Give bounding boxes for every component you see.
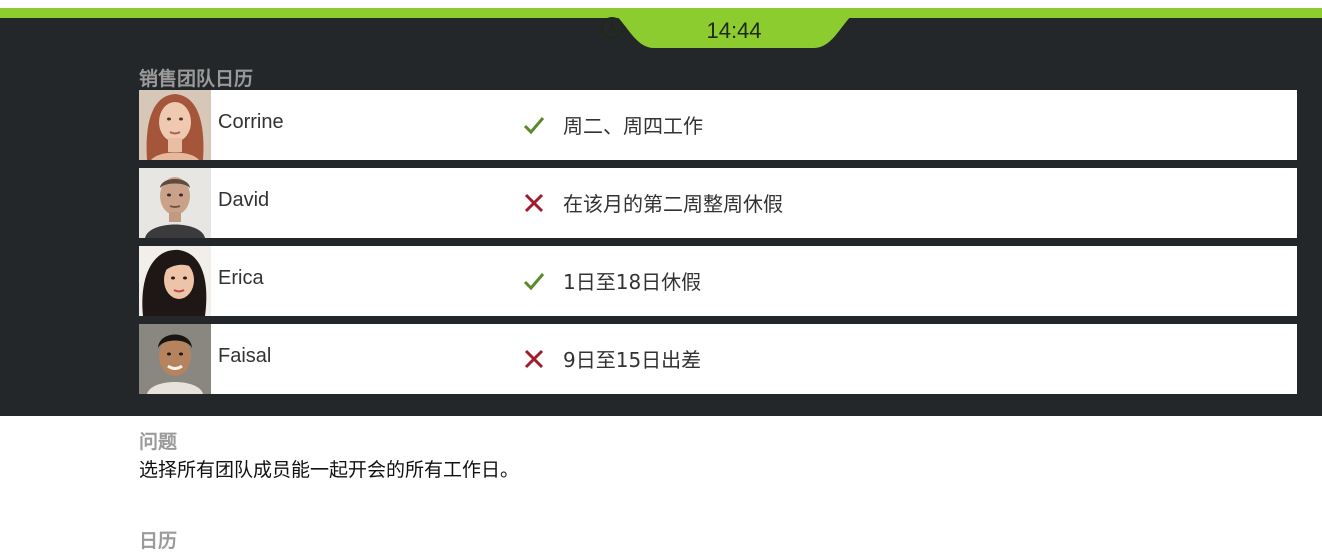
timer-tab: 14:44 xyxy=(600,8,868,48)
avatar xyxy=(139,90,211,160)
member-name: Erica xyxy=(218,267,264,289)
member-list: Corrine 周二、周四工作 David 在该月的第二周整周休假 Erica … xyxy=(139,90,1297,402)
member-name: Corrine xyxy=(218,111,284,133)
check-icon xyxy=(523,273,545,291)
avatar xyxy=(139,246,211,316)
member-name: David xyxy=(218,189,270,211)
avatar xyxy=(139,168,211,238)
cross-icon xyxy=(524,193,544,213)
calendar-section-title: 销售团队日历 xyxy=(139,68,254,90)
timer-value: 14:44 xyxy=(706,18,762,43)
member-note: 在该月的第二周整周休假 xyxy=(563,192,783,216)
calendar-title: 日历 xyxy=(139,530,178,552)
clock-icon xyxy=(601,17,623,39)
member-name: Faisal xyxy=(218,345,272,367)
member-row-faisal: Faisal 9日至15日出差 xyxy=(139,324,1297,394)
question-title: 问题 xyxy=(139,431,178,453)
member-row-erica: Erica 1日至18日休假 xyxy=(139,246,1297,316)
cross-icon xyxy=(524,349,544,369)
question-text: 选择所有团队成员能一起开会的所有工作日。 xyxy=(139,459,520,481)
member-row-david: David 在该月的第二周整周休假 xyxy=(139,168,1297,238)
member-note: 9日至15日出差 xyxy=(563,348,702,372)
member-note: 1日至18日休假 xyxy=(563,270,702,294)
avatar xyxy=(139,324,211,394)
member-note: 周二、周四工作 xyxy=(563,114,703,138)
check-icon xyxy=(523,117,545,135)
top-strip xyxy=(0,0,1322,8)
member-row-corrine: Corrine 周二、周四工作 xyxy=(139,90,1297,160)
